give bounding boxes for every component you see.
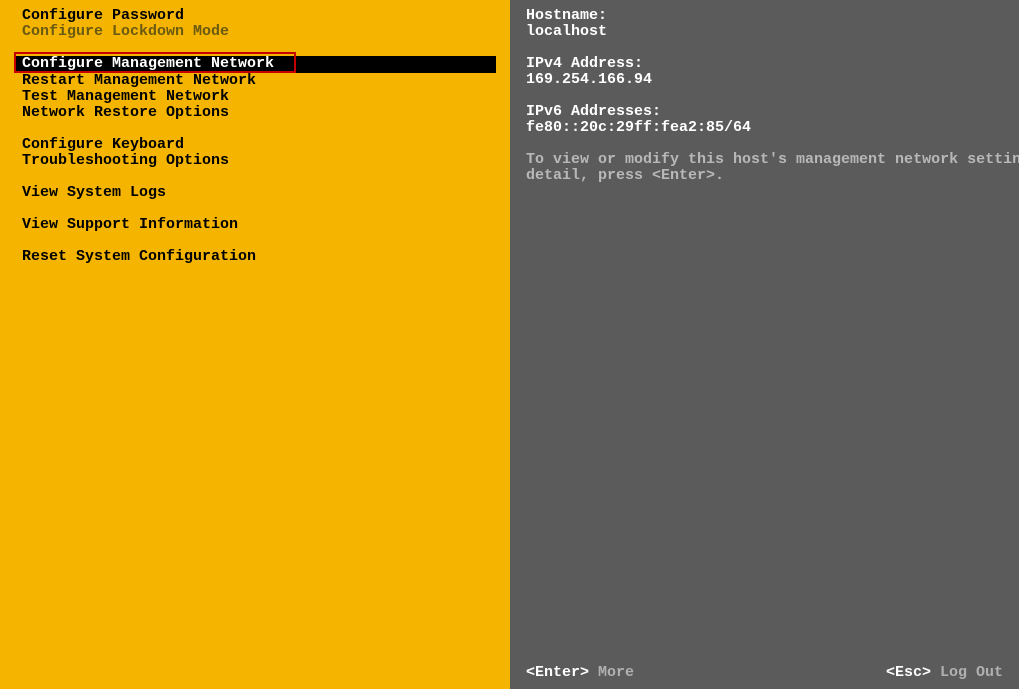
ipv6-label: IPv6 Addresses:: [526, 104, 1019, 120]
ipv6-value: fe80::20c:29ff:fea2:85/64: [526, 120, 1019, 136]
hostname-value: localhost: [526, 24, 1019, 40]
menu-spacer: [0, 40, 510, 56]
detail-pane: Hostname: localhost IPv4 Address: 169.25…: [510, 0, 1019, 689]
hostname-label: Hostname:: [526, 8, 1019, 24]
menu-item-configure-keyboard[interactable]: Configure Keyboard: [0, 137, 510, 153]
footer-bar: <Enter> More <Esc> Log Out: [510, 665, 1019, 681]
menu-item-test-management-network[interactable]: Test Management Network: [0, 89, 510, 105]
footer-enter-hint: <Enter> More: [526, 665, 634, 681]
menu-item-configure-lockdown-mode: Configure Lockdown Mode: [0, 24, 510, 40]
ipv4-label: IPv4 Address:: [526, 56, 1019, 72]
esc-key-hint: Log Out: [931, 664, 1003, 681]
detail-spacer: [526, 88, 1019, 104]
menu-item-troubleshooting-options[interactable]: Troubleshooting Options: [0, 153, 510, 169]
menu-item-network-restore-options[interactable]: Network Restore Options: [0, 105, 510, 121]
menu-item-configure-management-network[interactable]: Configure Management Network: [14, 56, 496, 73]
menu-item-view-system-logs[interactable]: View System Logs: [0, 185, 510, 201]
menu-item-reset-system-configuration[interactable]: Reset System Configuration: [0, 249, 510, 265]
menu-item-view-support-information[interactable]: View Support Information: [0, 217, 510, 233]
ipv4-value: 169.254.166.94: [526, 72, 1019, 88]
detail-spacer: [526, 136, 1019, 152]
esc-key-label: <Esc>: [886, 664, 931, 681]
detail-spacer: [526, 40, 1019, 56]
menu-item-restart-management-network[interactable]: Restart Management Network: [0, 73, 510, 89]
menu-spacer: [0, 169, 510, 185]
footer-esc-hint: <Esc> Log Out: [886, 665, 1003, 681]
dcui-screen: Configure Password Configure Lockdown Mo…: [0, 0, 1019, 689]
menu-item-configure-password[interactable]: Configure Password: [0, 8, 510, 24]
menu-spacer: [0, 121, 510, 137]
enter-key-label: <Enter>: [526, 664, 589, 681]
menu-pane: Configure Password Configure Lockdown Mo…: [0, 0, 510, 689]
help-text-line2: detail, press <Enter>.: [526, 168, 1019, 184]
help-text-line1: To view or modify this host's management…: [526, 152, 1019, 168]
menu-spacer: [0, 233, 510, 249]
menu-spacer: [0, 201, 510, 217]
enter-key-hint: More: [589, 664, 634, 681]
